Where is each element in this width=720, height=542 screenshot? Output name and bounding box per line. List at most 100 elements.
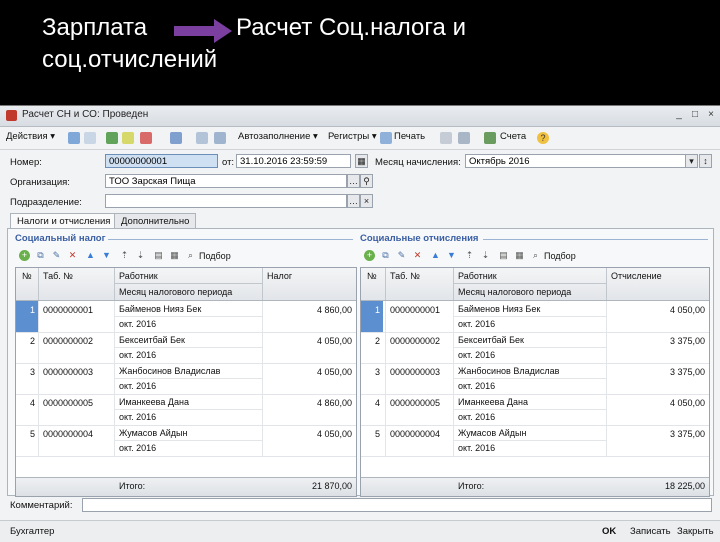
total-value: 21 870,00 bbox=[311, 481, 352, 491]
edit-row-icon[interactable]: ✎ bbox=[51, 250, 62, 261]
unpost-icon[interactable] bbox=[122, 132, 134, 144]
row-employee: Иманкеева Дана bbox=[458, 397, 528, 407]
number-field[interactable]: 00000000001 bbox=[105, 154, 218, 168]
dept-field[interactable] bbox=[105, 194, 347, 208]
based-on-icon[interactable] bbox=[170, 132, 182, 144]
move-up-icon[interactable]: ▲ bbox=[430, 250, 441, 261]
delete-row-icon[interactable]: ✕ bbox=[412, 250, 423, 261]
save-button[interactable]: Записать bbox=[630, 526, 671, 537]
org-label: Организация: bbox=[10, 177, 70, 188]
pick-icon[interactable]: ⌕ bbox=[530, 250, 541, 261]
table-row[interactable]: 4 0000000005 Иманкеева Дана окт. 2016 4 860,… bbox=[16, 394, 356, 426]
report-icon[interactable] bbox=[458, 132, 470, 144]
move-down-icon[interactable]: ▼ bbox=[446, 250, 457, 261]
close-button[interactable]: × bbox=[704, 108, 718, 122]
row-num: 5 bbox=[30, 429, 36, 439]
fill-icon[interactable]: ▤ bbox=[498, 250, 509, 261]
copy-icon[interactable] bbox=[84, 132, 96, 144]
add-row-icon[interactable]: + bbox=[19, 250, 30, 261]
slide-title-line2: соц.отчислений bbox=[42, 46, 218, 73]
autofill-menu[interactable]: Автозаполнение ▾ bbox=[238, 131, 318, 142]
tab-additional[interactable]: Дополнительно bbox=[114, 213, 197, 229]
add-icon[interactable] bbox=[68, 132, 80, 144]
move-down-icon[interactable]: ▼ bbox=[101, 250, 112, 261]
table-row[interactable]: 3 0000000003 Жанбосинов Владислав окт. 2016… bbox=[361, 363, 709, 395]
pick-button[interactable]: Подбор bbox=[199, 251, 231, 261]
row-period: окт. 2016 bbox=[119, 443, 157, 453]
registers-menu[interactable]: Регистры ▾ bbox=[328, 131, 377, 142]
minimize-button[interactable]: _ bbox=[672, 108, 686, 122]
copy-row-icon[interactable]: ⧉ bbox=[35, 250, 46, 261]
post-icon[interactable] bbox=[106, 132, 118, 144]
row-period: окт. 2016 bbox=[119, 350, 157, 360]
table-row[interactable]: 5 0000000004 Жумасов Айдын окт. 2016 3 375,0… bbox=[361, 425, 709, 457]
row-amount: 3 375,00 bbox=[669, 429, 705, 439]
month-dropdown-icon[interactable]: ▾ bbox=[685, 154, 698, 168]
comment-field[interactable] bbox=[82, 498, 712, 512]
table-row[interactable]: 5 0000000004 Жумасов Айдын окт. 2016 4 050,0… bbox=[16, 425, 356, 457]
date-field[interactable]: 31.10.2016 23:59:59 bbox=[236, 154, 351, 168]
left-grid-toolbar: + ⧉ ✎ ✕ ▲ ▼ ⇡ ⇣ ▤ ▦ ⌕ Подбор bbox=[15, 247, 355, 265]
total-label: Итого: bbox=[458, 481, 485, 491]
edit-row-icon[interactable]: ✎ bbox=[396, 250, 407, 261]
row-employee: Байменов Нияз Бек bbox=[458, 304, 541, 314]
row-num: 1 bbox=[30, 305, 36, 315]
table-icon[interactable]: ▦ bbox=[514, 250, 525, 261]
responsible-label: Бухгалтер bbox=[10, 526, 55, 537]
row-num: 3 bbox=[30, 367, 36, 377]
row-employee: Иманкеева Дана bbox=[119, 397, 189, 407]
month-field[interactable]: Октябрь 2016 bbox=[465, 154, 697, 168]
col-amount: Налог bbox=[267, 271, 293, 281]
org-open-icon[interactable]: ⚲ bbox=[360, 174, 373, 188]
table-row[interactable]: 1 0000000001 Байменов Нияз Бек окт. 2016 4 8… bbox=[16, 301, 356, 333]
org-select-button[interactable]: … bbox=[347, 174, 360, 188]
dept-clear-icon[interactable]: × bbox=[360, 194, 373, 208]
pick-button[interactable]: Подбор bbox=[544, 251, 576, 261]
help-icon[interactable]: ? bbox=[537, 132, 549, 144]
delete-mark-icon[interactable] bbox=[140, 132, 152, 144]
table-row[interactable]: 2 0000000002 Бексеитбай Бек окт. 2016 4 050,… bbox=[16, 332, 356, 364]
actions-menu[interactable]: Действия ▾ bbox=[6, 131, 55, 142]
table-icon[interactable]: ▦ bbox=[169, 250, 180, 261]
list-icon[interactable] bbox=[214, 132, 226, 144]
window-title: Расчет СН и СО: Проведен bbox=[22, 109, 149, 120]
table-row[interactable]: 1 0000000001 Байменов Нияз Бек окт. 2016 4 0… bbox=[361, 301, 709, 333]
move-up-icon[interactable]: ▲ bbox=[85, 250, 96, 261]
maximize-button[interactable]: □ bbox=[688, 108, 702, 122]
dt-kt-icon[interactable] bbox=[440, 132, 452, 144]
calendar-icon[interactable]: ▦ bbox=[355, 154, 368, 168]
row-employee: Жанбосинов Владислав bbox=[119, 366, 221, 376]
delete-row-icon[interactable]: ✕ bbox=[67, 250, 78, 261]
sort-asc-icon[interactable]: ⇡ bbox=[119, 250, 130, 261]
sort-asc-icon[interactable]: ⇡ bbox=[464, 250, 475, 261]
structure-icon[interactable] bbox=[196, 132, 208, 144]
pick-icon[interactable]: ⌕ bbox=[185, 250, 196, 261]
table-row[interactable]: 2 0000000002 Бексеитбай Бек окт. 2016 3 375,… bbox=[361, 332, 709, 364]
ok-button[interactable]: OK bbox=[602, 526, 616, 537]
row-amount: 3 375,00 bbox=[669, 367, 705, 377]
table-footer: Итого: 21 870,00 bbox=[16, 477, 356, 496]
section-divider bbox=[483, 239, 708, 240]
table-row[interactable]: 3 0000000003 Жанбосинов Владислав окт. 2016… bbox=[16, 363, 356, 395]
row-tab-num: 0000000005 bbox=[43, 398, 94, 408]
accounts-icon[interactable] bbox=[484, 132, 496, 144]
dept-select-button[interactable]: … bbox=[347, 194, 360, 208]
sort-desc-icon[interactable]: ⇣ bbox=[480, 250, 491, 261]
org-field[interactable]: ТОО Зарская Пища bbox=[105, 174, 347, 188]
printer-icon[interactable] bbox=[380, 132, 392, 144]
accounts-button[interactable]: Счета bbox=[500, 131, 526, 142]
copy-row-icon[interactable]: ⧉ bbox=[380, 250, 391, 261]
tab-taxes[interactable]: Налоги и отчисления bbox=[10, 213, 118, 229]
col-num: № bbox=[22, 271, 32, 281]
sort-desc-icon[interactable]: ⇣ bbox=[135, 250, 146, 261]
table-row[interactable]: 4 0000000005 Иманкеева Дана окт. 2016 4 050,… bbox=[361, 394, 709, 426]
close-form-button[interactable]: Закрыть bbox=[677, 526, 714, 537]
row-amount: 4 050,00 bbox=[316, 367, 352, 377]
social-tax-table: № Таб. № Работник Месяц налогового перио… bbox=[15, 267, 357, 497]
fill-icon[interactable]: ▤ bbox=[153, 250, 164, 261]
add-row-icon[interactable]: + bbox=[364, 250, 375, 261]
print-button[interactable]: Печать bbox=[394, 131, 425, 142]
row-employee: Байменов Нияз Бек bbox=[119, 304, 202, 314]
month-stepper-icon[interactable]: ↕ bbox=[699, 154, 712, 168]
month-label: Месяц начисления: bbox=[375, 157, 461, 168]
